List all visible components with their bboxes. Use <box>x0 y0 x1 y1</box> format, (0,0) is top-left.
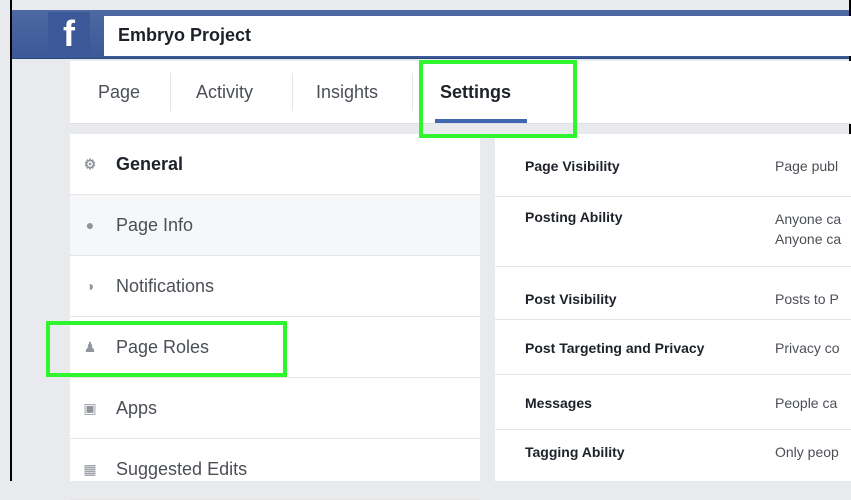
settings-tab-highlight <box>419 60 577 138</box>
row-value: Page publ <box>775 158 839 174</box>
info-icon: ● <box>85 217 95 233</box>
sidebar-item-label: Notifications <box>116 276 215 296</box>
settings-row-page-visibility[interactable]: Page Visibility Page publ <box>495 134 851 197</box>
sidebar-item-label: Suggested Edits <box>116 459 248 479</box>
tab-separator <box>292 73 293 111</box>
general-settings-table: Page Visibility Page publ Posting Abilit… <box>495 134 851 481</box>
row-label: Post Targeting and Privacy <box>525 340 705 356</box>
sidebar-item-label: General <box>116 154 184 174</box>
settings-row-messages[interactable]: Messages People ca <box>495 375 851 430</box>
page-name-header: Embryo Project <box>104 16 851 56</box>
sidebar-item-page-info[interactable]: ● Page Info <box>70 195 480 256</box>
row-value: Privacy co <box>775 340 840 356</box>
sidebar-item-suggested-edits[interactable]: ▦ Suggested Edits <box>70 439 480 500</box>
sidebar-item-notifications[interactable]: ◑ Notifications <box>70 256 480 317</box>
sidebar-item-general[interactable]: ⚙ General <box>70 134 480 195</box>
sidebar-item-label: Page Info <box>116 215 194 235</box>
settings-row-tagging-ability[interactable]: Tagging Ability Only peop <box>495 430 851 481</box>
settings-row-posting-ability[interactable]: Posting Ability Anyone ca Anyone ca <box>495 197 851 267</box>
globe-icon: ◑ <box>85 278 95 294</box>
page-title[interactable]: Embryo Project <box>118 25 251 46</box>
row-value: Posts to P <box>775 291 839 307</box>
row-value-secondary: Anyone ca <box>775 231 842 247</box>
row-value: Only peop <box>775 444 839 460</box>
top-bar: f Embryo Project <box>12 10 851 59</box>
tab-separator <box>170 73 171 111</box>
gear-icon: ⚙ <box>83 156 97 172</box>
row-label: Tagging Ability <box>525 444 625 460</box>
tab-insights[interactable]: Insights <box>316 61 378 123</box>
tab-page[interactable]: Page <box>98 61 140 123</box>
row-label: Post Visibility <box>525 291 617 307</box>
cube-icon: ▣ <box>83 400 97 416</box>
calendar-icon: ▦ <box>83 461 97 477</box>
row-label: Posting Ability <box>525 209 623 225</box>
row-label: Page Visibility <box>525 158 620 174</box>
row-value: People ca <box>775 395 838 411</box>
page-roles-highlight <box>46 321 287 377</box>
tab-separator <box>412 73 413 111</box>
facebook-logo-icon[interactable]: f <box>48 12 90 56</box>
sidebar-item-apps[interactable]: ▣ Apps <box>70 378 480 439</box>
tab-activity[interactable]: Activity <box>196 61 253 123</box>
sidebar-item-label: Apps <box>116 398 158 418</box>
settings-sidebar: ⚙ General ● Page Info ◑ Notifications ♟ … <box>70 134 480 500</box>
frame-left-border <box>10 0 12 481</box>
settings-row-post-visibility[interactable]: Post Visibility Posts to P <box>495 267 851 320</box>
row-value: Anyone ca <box>775 211 842 227</box>
settings-row-post-targeting[interactable]: Post Targeting and Privacy Privacy co <box>495 320 851 375</box>
row-label: Messages <box>525 395 592 411</box>
